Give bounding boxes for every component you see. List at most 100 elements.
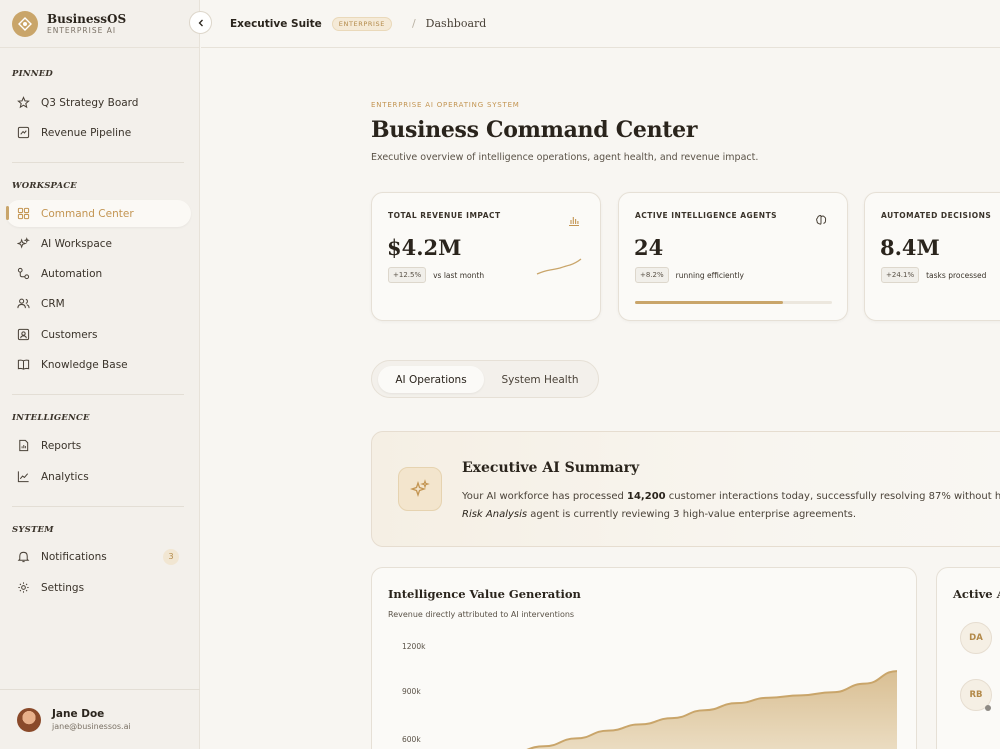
- section-workspace-label: WORKSPACE: [12, 181, 77, 191]
- kpi-card-revenue[interactable]: TOTAL REVENUE IMPACT $4.2M +12.5% vs las…: [371, 192, 601, 321]
- sidebar-item-customers[interactable]: Customers: [6, 321, 191, 348]
- sidebar-item-knowledge-base[interactable]: Knowledge Base: [6, 351, 191, 378]
- users-icon: [16, 297, 30, 311]
- kpi-note: tasks processed: [926, 270, 987, 280]
- agent-capacity-progress: [635, 301, 832, 304]
- page-subtitle: Executive overview of intelligence opera…: [371, 152, 759, 163]
- chevron-left-icon: [198, 19, 203, 26]
- brand-name: BusinessOS: [47, 11, 127, 26]
- notification-count-badge: 3: [163, 548, 179, 565]
- kpi-value: $4.2M: [387, 235, 462, 260]
- sidebar-item-label: Analytics: [41, 470, 89, 483]
- value-generation-chart-card: Intelligence Value Generation Revenue di…: [371, 567, 917, 749]
- user-email: jane@businessos.ai: [52, 722, 131, 731]
- sidebar-item-ai-workspace[interactable]: AI Workspace: [6, 230, 191, 257]
- workflow-icon: [16, 267, 30, 281]
- sidebar-item-label: Automation: [41, 267, 103, 280]
- revenue-sparkline: [536, 258, 582, 275]
- sidebar-divider: [12, 506, 184, 507]
- sidebar-item-label: Knowledge Base: [41, 358, 128, 371]
- summary-text-part: agent is currently reviewing 3 high-valu…: [527, 509, 857, 520]
- brand-logo-icon: [12, 10, 38, 37]
- kpi-label: TOTAL REVENUE IMPACT: [388, 211, 501, 220]
- grid-icon: [16, 207, 30, 221]
- kpi-label: ACTIVE INTELLIGENCE AGENTS: [635, 211, 778, 220]
- sidebar: BusinessOS ENTERPRISE AI PINNED Q3 Strat…: [0, 0, 200, 749]
- page-eyebrow: ENTERPRISE AI OPERATING SYSTEM: [371, 101, 520, 109]
- kpi-value: 24: [634, 235, 664, 260]
- book-icon: [16, 358, 30, 372]
- brand[interactable]: BusinessOS ENTERPRISE AI: [0, 0, 199, 48]
- kpi-label: AUTOMATED DECISIONS: [881, 211, 992, 220]
- active-agents-card: Active Ag DA RB: [936, 567, 1000, 749]
- line-chart-icon: [16, 470, 30, 484]
- summary-title: Executive AI Summary: [462, 460, 640, 476]
- sidebar-item-automation[interactable]: Automation: [6, 260, 191, 287]
- sidebar-item-q3-strategy-board[interactable]: Q3 Strategy Board: [6, 89, 191, 116]
- avatar: [17, 707, 41, 732]
- tab-system-health[interactable]: System Health: [488, 366, 592, 393]
- breadcrumb-separator: /: [411, 17, 416, 30]
- pipeline-icon: [16, 126, 30, 140]
- section-intelligence-label: INTELLIGENCE: [12, 413, 90, 423]
- agents-title: Active Ag: [953, 587, 1000, 601]
- summary-text-part: Your AI workforce has processed: [462, 491, 628, 502]
- summary-agent-name: Risk Analysis: [462, 509, 528, 520]
- sparkles-icon: [16, 237, 30, 251]
- report-icon: [16, 439, 30, 453]
- sidebar-item-label: Reports: [41, 439, 82, 452]
- active-indicator: [6, 206, 9, 220]
- section-system-label: SYSTEM: [12, 525, 54, 535]
- section-pinned-label: PINNED: [12, 69, 53, 79]
- kpi-delta-badge: +12.5%: [388, 267, 427, 283]
- breadcrumb-suite[interactable]: Executive Suite: [230, 18, 322, 30]
- executive-summary-card: Executive AI Summary Your AI workforce h…: [371, 431, 1000, 547]
- kpi-note: vs last month: [433, 270, 485, 280]
- sidebar-item-label: AI Workspace: [41, 237, 113, 250]
- collapse-sidebar-button[interactable]: [189, 11, 212, 34]
- kpi-card-decisions[interactable]: AUTOMATED DECISIONS 8.4M +24.1% tasks pr…: [864, 192, 1000, 321]
- agent-status-dot: [985, 705, 991, 711]
- kpi-delta-badge: +8.2%: [635, 267, 669, 283]
- sidebar-item-settings[interactable]: Settings: [6, 574, 191, 601]
- brain-icon: [815, 211, 827, 230]
- kpi-value: 8.4M: [880, 235, 940, 260]
- page-title: Business Command Center: [371, 117, 698, 143]
- gear-icon: [16, 581, 30, 595]
- sidebar-item-revenue-pipeline[interactable]: Revenue Pipeline: [6, 119, 191, 146]
- area-chart: [526, 670, 898, 749]
- summary-highlight: 14,200: [627, 491, 666, 502]
- sparkles-icon: [398, 467, 442, 511]
- agent-avatar[interactable]: DA: [960, 622, 992, 654]
- sidebar-item-label: Customers: [41, 328, 98, 341]
- bar-chart-icon: [568, 211, 580, 230]
- sidebar-item-label: Command Center: [41, 207, 134, 220]
- user-profile[interactable]: Jane Doe jane@businessos.ai: [0, 689, 200, 749]
- summary-text: Your AI workforce has processed 14,200 c…: [462, 488, 1000, 524]
- contact-icon: [16, 328, 30, 342]
- sidebar-divider: [12, 394, 184, 395]
- bell-icon: [16, 550, 30, 564]
- sidebar-item-command-center[interactable]: Command Center: [6, 200, 191, 227]
- sidebar-item-label: Notifications: [41, 550, 107, 563]
- view-tabs: AI Operations System Health: [371, 360, 599, 398]
- sidebar-item-analytics[interactable]: Analytics: [6, 463, 191, 490]
- sidebar-item-label: Revenue Pipeline: [41, 126, 132, 139]
- user-name: Jane Doe: [52, 708, 105, 720]
- sidebar-item-crm[interactable]: CRM: [6, 290, 191, 317]
- progress-fill: [635, 301, 783, 304]
- sidebar-item-label: CRM: [41, 297, 65, 310]
- kpi-delta-badge: +24.1%: [881, 267, 920, 283]
- breadcrumb-page: Dashboard: [425, 17, 487, 30]
- topbar: Executive Suite ENTERPRISE / Dashboard: [201, 0, 1000, 48]
- kpi-card-agents[interactable]: ACTIVE INTELLIGENCE AGENTS 24 +8.2% runn…: [618, 192, 848, 321]
- sidebar-divider: [12, 162, 184, 163]
- star-icon: [16, 96, 30, 110]
- brand-subtitle: ENTERPRISE AI: [47, 25, 117, 35]
- sidebar-item-reports[interactable]: Reports: [6, 432, 191, 459]
- tab-ai-operations[interactable]: AI Operations: [378, 366, 484, 393]
- plan-badge: ENTERPRISE: [331, 16, 392, 31]
- sidebar-item-notifications[interactable]: Notifications 3: [6, 543, 191, 570]
- kpi-note: running efficiently: [675, 270, 744, 280]
- sidebar-item-label: Q3 Strategy Board: [41, 96, 139, 109]
